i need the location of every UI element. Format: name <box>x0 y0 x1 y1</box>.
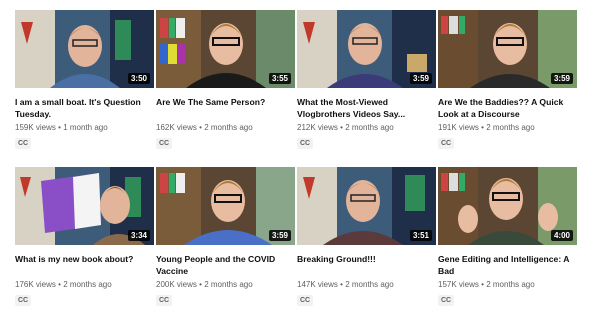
video-meta: 191K views • 2 months ago <box>438 123 577 132</box>
video-thumbnail[interactable]: 3:55 <box>156 10 295 88</box>
view-count: 200K views <box>156 280 197 289</box>
video-thumbnail[interactable]: 3:50 <box>15 10 154 88</box>
video-title[interactable]: Are We the Baddies?? A Quick Look at a D… <box>438 96 577 120</box>
meta-separator: • <box>58 280 61 289</box>
upload-age: 2 months ago <box>345 280 394 289</box>
upload-age: 2 months ago <box>204 123 253 132</box>
video-title[interactable]: Young People and the COVID Vaccine <box>156 253 295 277</box>
cc-badge: CC <box>15 138 32 149</box>
cc-badge: CC <box>438 138 455 149</box>
video-title[interactable]: I am a small boat. It's Question Tuesday… <box>15 96 154 120</box>
video-card[interactable]: 3:34 What is my new book about? 176K vie… <box>15 167 154 307</box>
view-count: 162K views <box>156 123 197 132</box>
cc-badge: CC <box>297 295 314 306</box>
cc-badge: CC <box>156 295 173 306</box>
video-title[interactable]: What the Most-Viewed Vlogbrothers Videos… <box>297 96 436 120</box>
video-duration: 3:59 <box>268 230 291 241</box>
view-count: 212K views <box>297 123 338 132</box>
meta-separator: • <box>58 123 61 132</box>
video-duration: 3:59 <box>550 73 573 84</box>
upload-age: 1 month ago <box>63 123 108 132</box>
upload-age: 2 months ago <box>63 280 112 289</box>
video-duration: 4:00 <box>550 230 573 241</box>
video-thumbnail[interactable]: 3:59 <box>438 10 577 88</box>
video-title[interactable]: What is my new book about? <box>15 253 154 277</box>
video-meta: 212K views • 2 months ago <box>297 123 436 132</box>
view-count: 159K views <box>15 123 56 132</box>
meta-separator: • <box>481 280 484 289</box>
upload-age: 2 months ago <box>486 280 535 289</box>
video-meta: 176K views • 2 months ago <box>15 280 154 289</box>
video-card[interactable]: 3:55 Are We The Same Person? 162K views … <box>156 10 295 150</box>
video-duration: 3:50 <box>127 73 150 84</box>
video-duration: 3:59 <box>409 73 432 84</box>
meta-separator: • <box>340 123 343 132</box>
video-thumbnail[interactable]: 3:34 <box>15 167 154 245</box>
video-meta: 147K views • 2 months ago <box>297 280 436 289</box>
video-card[interactable]: 3:59 Are We the Baddies?? A Quick Look a… <box>438 10 577 150</box>
meta-separator: • <box>340 280 343 289</box>
upload-age: 2 months ago <box>204 280 253 289</box>
video-card[interactable]: 3:59 What the Most-Viewed Vlogbrothers V… <box>297 10 436 150</box>
video-thumbnail[interactable]: 4:00 <box>438 167 577 245</box>
video-title[interactable]: Breaking Ground!!! <box>297 253 436 277</box>
video-card[interactable]: 3:59 Young People and the COVID Vaccine … <box>156 167 295 307</box>
view-count: 157K views <box>438 280 479 289</box>
upload-age: 2 months ago <box>486 123 535 132</box>
video-duration: 3:51 <box>409 230 432 241</box>
cc-badge: CC <box>156 138 173 149</box>
video-thumbnail[interactable]: 3:59 <box>156 167 295 245</box>
video-meta: 157K views • 2 months ago <box>438 280 577 289</box>
video-card[interactable]: 3:50 I am a small boat. It's Question Tu… <box>15 10 154 150</box>
video-title[interactable]: Are We The Same Person? <box>156 96 295 120</box>
video-card[interactable]: 4:00 Gene Editing and Intelligence: A Ba… <box>438 167 577 307</box>
view-count: 176K views <box>15 280 56 289</box>
meta-separator: • <box>199 280 202 289</box>
video-meta: 162K views • 2 months ago <box>156 123 295 132</box>
video-title[interactable]: Gene Editing and Intelligence: A Bad <box>438 253 577 277</box>
video-thumbnail[interactable]: 3:51 <box>297 167 436 245</box>
video-card[interactable]: 3:51 Breaking Ground!!! 147K views • 2 m… <box>297 167 436 307</box>
video-meta: 159K views • 1 month ago <box>15 123 154 132</box>
cc-badge: CC <box>15 295 32 306</box>
view-count: 191K views <box>438 123 479 132</box>
meta-separator: • <box>481 123 484 132</box>
view-count: 147K views <box>297 280 338 289</box>
cc-badge: CC <box>438 295 455 306</box>
video-thumbnail[interactable]: 3:59 <box>297 10 436 88</box>
meta-separator: • <box>199 123 202 132</box>
video-meta: 200K views • 2 months ago <box>156 280 295 289</box>
video-duration: 3:34 <box>127 230 150 241</box>
video-duration: 3:55 <box>268 73 291 84</box>
cc-badge: CC <box>297 138 314 149</box>
upload-age: 2 months ago <box>345 123 394 132</box>
